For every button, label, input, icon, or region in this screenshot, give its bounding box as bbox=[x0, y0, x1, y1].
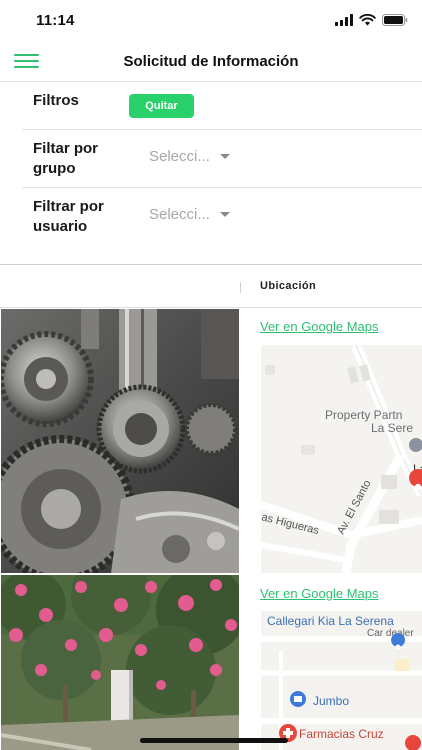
map-label-poi-callegari: Callegari Kia La Serena bbox=[267, 614, 394, 628]
clear-filters-button[interactable]: Quitar bbox=[129, 94, 194, 118]
wifi-icon bbox=[359, 14, 376, 26]
status-bar: 11:14 bbox=[0, 0, 422, 44]
column-header-location[interactable]: Ubicación bbox=[260, 280, 316, 292]
gearbox-photo[interactable] bbox=[1, 309, 239, 573]
user-select-placeholder: Selecci... bbox=[149, 206, 210, 223]
dropdown-arrow-icon bbox=[219, 154, 230, 159]
table-header: Ubicación bbox=[0, 264, 422, 308]
map-label-jumbo: Jumbo bbox=[313, 694, 349, 708]
flowering-trees-photo[interactable] bbox=[1, 575, 239, 750]
map-label-car-dealer: Car dealer bbox=[367, 628, 414, 639]
map-label-city: La Sere bbox=[371, 421, 413, 435]
navigation-bar: Solicitud de Información bbox=[0, 44, 422, 82]
filters-label: Filtros bbox=[33, 92, 79, 109]
page-title: Solicitud de Información bbox=[123, 53, 299, 70]
map-label-poi: Property Partn bbox=[325, 408, 402, 422]
shopping-pin-icon bbox=[290, 691, 306, 707]
filter-user-row: Filtrar por usuario Selecci... bbox=[22, 188, 422, 264]
signal-icon bbox=[335, 14, 353, 26]
filter-user-label: Filtrar por usuario bbox=[33, 198, 104, 235]
filter-group-row: Filtar por grupo Selecci... bbox=[22, 130, 422, 188]
map-thumbnail[interactable]: Property Partn La Sere La as Higueras Av… bbox=[261, 345, 422, 573]
column-separator bbox=[240, 282, 241, 293]
row-divider bbox=[0, 573, 422, 575]
filters-header-row: Filtros Quitar bbox=[22, 82, 422, 130]
dropdown-arrow-icon bbox=[219, 212, 230, 217]
map-label-farmacias: Farmacias Cruz bbox=[299, 727, 384, 741]
group-select[interactable]: Selecci... bbox=[149, 148, 230, 165]
status-time: 11:14 bbox=[36, 12, 75, 29]
view-in-google-maps-link[interactable]: Ver en Google Maps bbox=[260, 586, 379, 601]
home-indicator[interactable] bbox=[140, 738, 288, 743]
map-thumbnail[interactable]: Callegari Kia La Serena Car dealer Jumbo… bbox=[261, 611, 422, 750]
user-select[interactable]: Selecci... bbox=[149, 206, 230, 223]
status-icons bbox=[335, 14, 408, 26]
battery-icon bbox=[382, 14, 408, 26]
group-select-placeholder: Selecci... bbox=[149, 148, 210, 165]
filters-panel: Filtros Quitar Filtar por grupo Selecci.… bbox=[22, 82, 422, 264]
view-in-google-maps-link[interactable]: Ver en Google Maps bbox=[260, 319, 379, 334]
filter-group-label: Filtar por grupo bbox=[33, 140, 99, 177]
